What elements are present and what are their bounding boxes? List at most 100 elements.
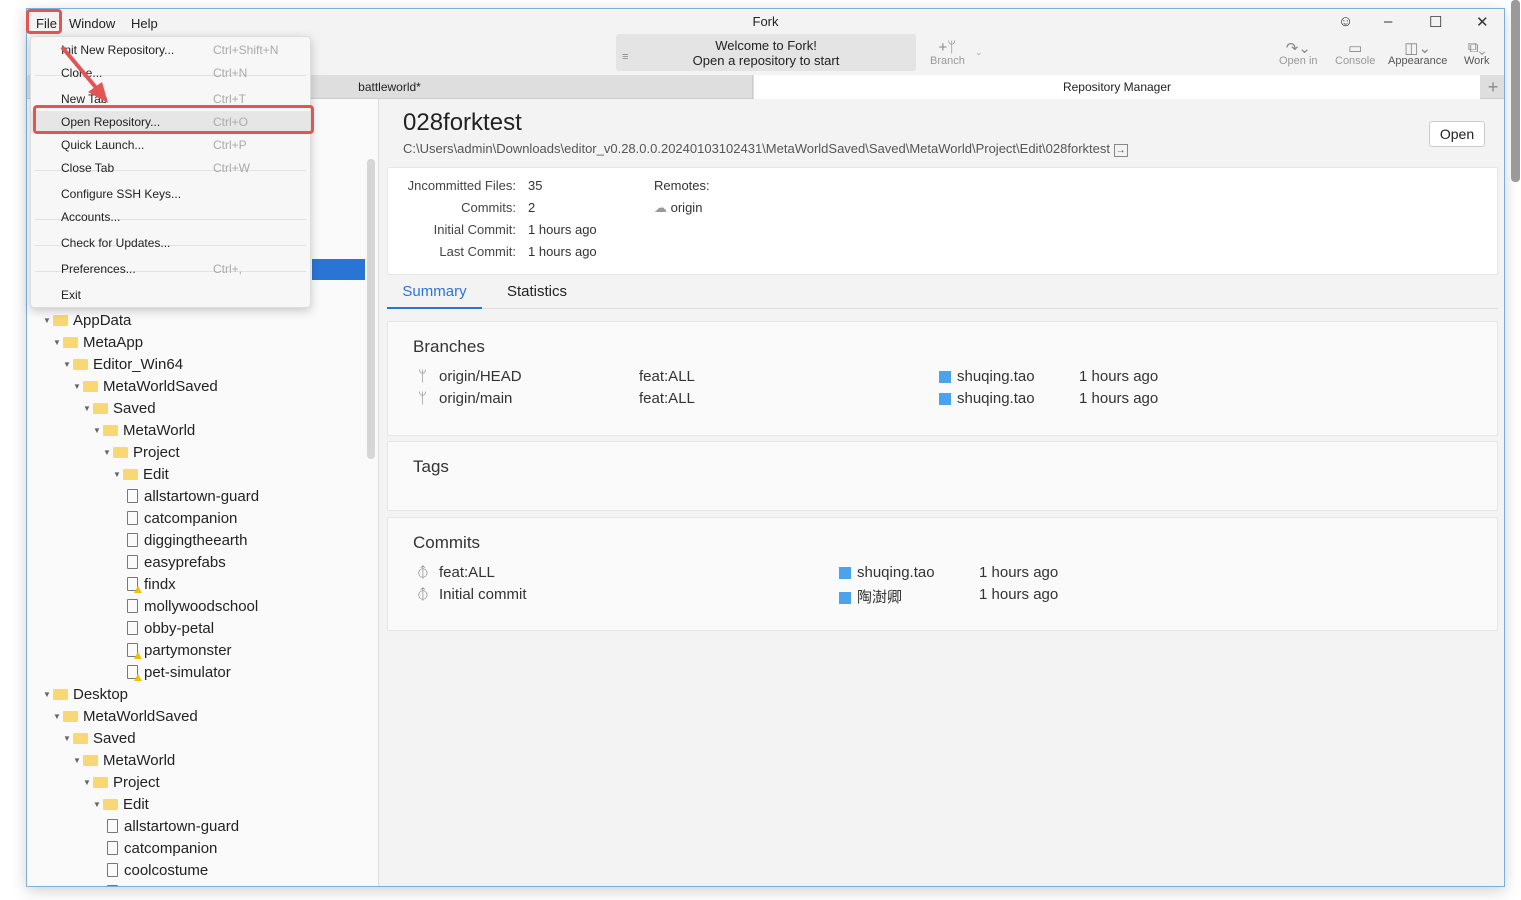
repository-icon	[127, 555, 138, 570]
tree-item-label: Saved	[93, 730, 136, 747]
feedback-smiley-icon[interactable]: ☺	[1338, 13, 1353, 30]
tree-repo[interactable]: diggingtheearth	[127, 530, 247, 552]
tree-folder[interactable]: ▼ AppData	[43, 310, 131, 332]
tree-repo[interactable]: findx	[127, 574, 176, 596]
expand-triangle-icon[interactable]: ▼	[53, 332, 63, 354]
expand-triangle-icon[interactable]: ▼	[63, 728, 73, 750]
tree-item-label: easyprefabs	[144, 554, 226, 571]
tree-repo[interactable]: catcompanion	[127, 508, 237, 530]
tree-item-label: findx	[144, 576, 176, 593]
tree-folder[interactable]: ▼ MetaWorld	[93, 420, 195, 442]
console-icon: ▭	[1348, 40, 1363, 57]
tree-folder[interactable]: ▼ Edit	[93, 794, 149, 816]
reveal-path-icon[interactable]: →	[1113, 144, 1128, 157]
avatar	[939, 393, 951, 406]
expand-triangle-icon[interactable]: ▼	[63, 354, 73, 376]
tree-repo[interactable]: coolcostume	[107, 860, 208, 882]
chevron-down-icon[interactable]: ⌄	[975, 47, 983, 58]
menu-item-exit[interactable]: Exit	[31, 284, 310, 306]
tree-repo[interactable]: donttouchnew	[107, 882, 217, 886]
open-repo-button[interactable]: Open	[1429, 121, 1485, 147]
expand-triangle-icon[interactable]: ▼	[93, 794, 103, 816]
tree-repo[interactable]: allstartown-guard	[127, 486, 259, 508]
expand-triangle-icon[interactable]: ▼	[93, 420, 103, 442]
menu-item-check-for-updates[interactable]: Check for Updates...	[31, 232, 310, 254]
branch-button[interactable]: +ᛘ Branch	[930, 39, 965, 67]
menu-item-close-tab[interactable]: Close Tab Ctrl+W	[31, 157, 310, 179]
tree-folder[interactable]: ▼ Saved	[63, 728, 136, 750]
sidebar-scrollbar[interactable]	[367, 159, 375, 459]
tree-item-label: catcompanion	[124, 840, 218, 857]
expand-triangle-icon[interactable]: ▼	[53, 706, 63, 728]
work-button[interactable]: ⧉⌄ Work	[1464, 39, 1489, 67]
expand-triangle-icon[interactable]: ▼	[43, 684, 53, 706]
tree-folder[interactable]: ▼ Saved	[83, 398, 156, 420]
tree-repo[interactable]: allstartown-guard	[107, 816, 239, 838]
commits-title: Commits	[413, 533, 481, 552]
tree-item-label: Saved	[113, 400, 156, 417]
tree-folder[interactable]: ▼ Desktop	[43, 684, 128, 706]
menu-item-configure-ssh-keys[interactable]: Configure SSH Keys...	[31, 183, 310, 205]
branch-message: feat:ALL	[639, 368, 695, 385]
tab-repository-manager[interactable]: Repository Manager	[754, 75, 1480, 99]
tree-repo[interactable]: obby-petal	[127, 618, 214, 640]
menu-item-preferences[interactable]: Preferences... Ctrl+,	[31, 258, 310, 280]
commit-time: 1 hours ago	[979, 586, 1059, 603]
branch-name[interactable]: origin/main	[439, 390, 512, 407]
expand-triangle-icon[interactable]: ▼	[73, 376, 83, 398]
tree-repo[interactable]: mollywoodschool	[127, 596, 258, 618]
page-scrollbar[interactable]	[1511, 0, 1520, 182]
tags-title: Tags	[413, 457, 449, 476]
tree-repo[interactable]: catcompanion	[107, 838, 217, 860]
commit-message[interactable]: Initial commit	[439, 586, 527, 603]
tree-folder[interactable]: ▼ Project	[103, 442, 180, 464]
menu-item-accounts[interactable]: Accounts...	[31, 206, 310, 228]
repository-icon	[127, 577, 142, 594]
tree-repo[interactable]: pet-simulator	[127, 662, 231, 684]
tree-folder[interactable]: ▼ MetaWorldSaved	[53, 706, 198, 728]
repository-icon	[107, 863, 118, 878]
subtab-summary[interactable]: Summary	[387, 279, 482, 309]
repository-icon	[127, 599, 138, 614]
remote-origin[interactable]: ☁ origin	[654, 200, 702, 216]
tree-folder[interactable]: ▼ Edit	[113, 464, 169, 486]
menu-item-label: Check for Updates...	[61, 236, 171, 250]
expand-triangle-icon[interactable]: ▼	[103, 442, 113, 464]
welcome-title: Welcome to Fork!	[715, 38, 817, 53]
menu-item-shortcut: Ctrl+,	[213, 262, 243, 276]
menu-item-shortcut: Ctrl+P	[213, 138, 247, 152]
close-button[interactable]: ✕	[1476, 13, 1489, 31]
tree-folder[interactable]: ▼ Project	[83, 772, 160, 794]
branch-message: feat:ALL	[639, 390, 695, 407]
new-tab-button[interactable]: +	[1482, 75, 1504, 99]
expand-triangle-icon[interactable]: ▼	[83, 398, 93, 420]
expand-triangle-icon[interactable]: ▼	[83, 772, 93, 794]
work-label: Work	[1464, 55, 1490, 67]
tree-folder[interactable]: ▼ MetaWorldSaved	[73, 376, 218, 398]
console-button[interactable]: ▭ Console	[1335, 39, 1375, 67]
expand-triangle-icon[interactable]: ▼	[73, 750, 83, 772]
subtab-statistics[interactable]: Statistics	[492, 279, 582, 309]
tree-repo[interactable]: easyprefabs	[127, 552, 226, 574]
tree-item-label: obby-petal	[144, 620, 215, 637]
annotation-arrow-icon	[60, 45, 108, 103]
expand-triangle-icon[interactable]: ▼	[113, 464, 123, 486]
commits-label: Commits:	[461, 200, 516, 215]
remotes-label: Remotes:	[654, 178, 710, 193]
maximize-button[interactable]: ☐	[1429, 13, 1442, 31]
tree-repo[interactable]: partymonster	[127, 640, 232, 662]
branch-icon: ᛘ	[418, 390, 428, 407]
appearance-button[interactable]: ◫⌄ Appearance	[1388, 39, 1447, 67]
tree-folder[interactable]: ▼ MetaWorld	[73, 750, 175, 772]
commit-author: shuqing.tao	[839, 564, 935, 581]
open-in-button[interactable]: ↷⌄ Open in	[1279, 39, 1318, 67]
welcome-banner[interactable]: ≡ Welcome to Fork! Open a repository to …	[616, 34, 916, 71]
expand-triangle-icon[interactable]: ▼	[43, 310, 53, 332]
tree-item-label: Desktop	[73, 686, 129, 703]
minimize-button[interactable]: –	[1384, 13, 1392, 30]
tree-folder[interactable]: ▼ Editor_Win64	[63, 354, 183, 376]
branch-name[interactable]: origin/HEAD	[439, 368, 522, 385]
repository-icon	[127, 533, 138, 548]
commit-message[interactable]: feat:ALL	[439, 564, 495, 581]
tree-folder[interactable]: ▼ MetaApp	[53, 332, 143, 354]
